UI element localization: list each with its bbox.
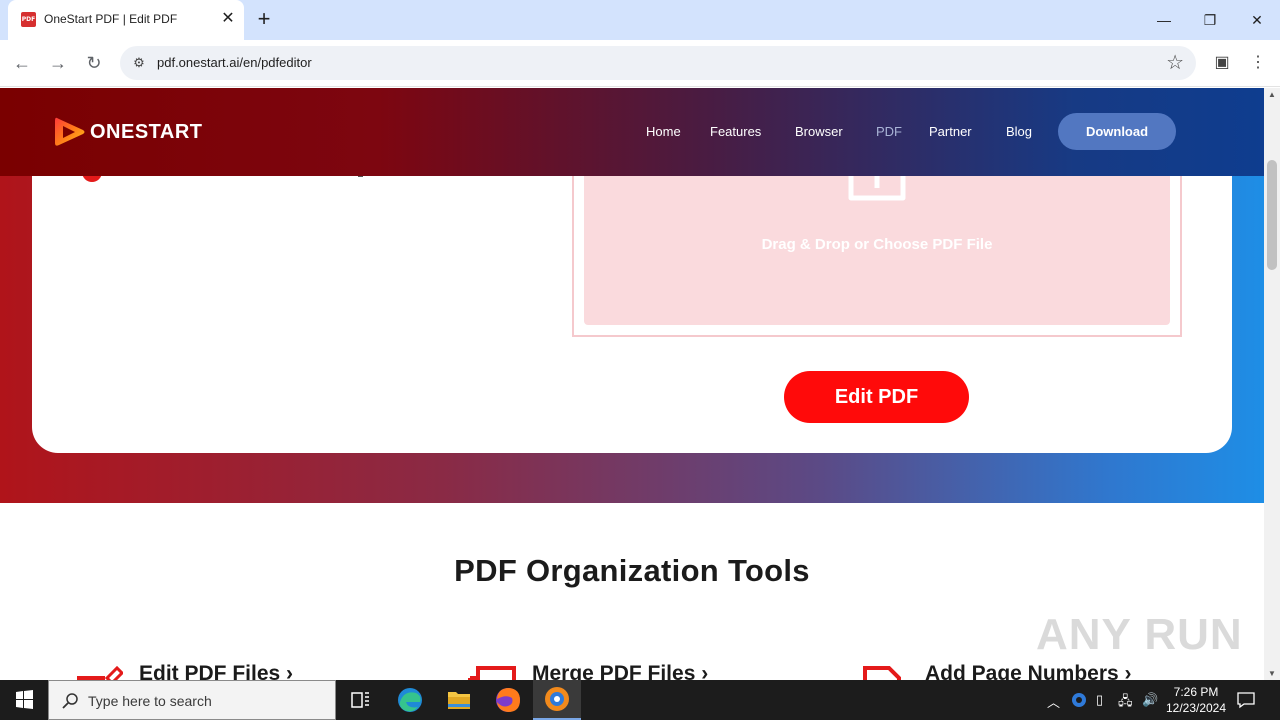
taskbar-search[interactable]: Type here to search [48,680,336,720]
site-header: ONESTART Home Features Browser PDF Partn… [0,88,1264,176]
onestart-taskbar-item[interactable] [533,680,581,720]
tray-overflow-icon[interactable]: ︿ [1047,692,1060,711]
task-view-icon[interactable] [336,680,384,720]
scroll-up-icon[interactable]: ▲ [1268,90,1276,99]
app-tray-icon[interactable] [1070,691,1088,709]
tab-onestart-pdf[interactable]: PDF OneStart PDF | Edit PDF ✕ [8,0,244,40]
restore-button[interactable]: ❐ [1187,0,1233,40]
download-button[interactable]: Download [1058,113,1176,150]
tool-label[interactable]: Edit PDF Files › [139,662,293,680]
search-icon [62,693,78,709]
logo-text[interactable]: ONESTART [90,121,203,144]
scroll-down-icon[interactable]: ▼ [1268,669,1276,678]
forward-button[interactable]: → [45,50,71,76]
bookmark-star-icon[interactable]: ☆ [1166,51,1184,75]
onestart-browser-icon [545,687,569,711]
address-bar[interactable]: ⚙ pdf.onestart.ai/en/pdfeditor ☆ [120,46,1196,80]
clock-date: 12/23/2024 [1165,701,1227,715]
new-tab-button[interactable]: + [252,8,276,32]
onestart-logo-icon[interactable] [53,115,87,149]
taskbar: Type here to search ︿ ▯ 🖧 🔊 7:26 PM 12/2… [0,680,1280,720]
edit-pdf-button[interactable]: Edit PDF [784,371,969,423]
pdf-favicon-icon: PDF [21,12,36,27]
battery-icon[interactable]: ▯ [1096,692,1103,708]
file-explorer-icon[interactable] [435,680,483,720]
volume-icon[interactable]: 🔊 [1142,692,1158,708]
drop-zone-text[interactable]: Drag & Drop or Choose PDF File [584,236,1170,253]
reload-button[interactable]: ↻ [81,50,107,76]
anyrun-watermark: ANY RUN [1036,610,1243,659]
clock-time: 7:26 PM [1173,685,1219,699]
close-tab-icon[interactable]: ✕ [218,9,238,29]
system-clock[interactable]: 7:26 PM 12/23/2024 [1160,684,1232,716]
windows-start-icon[interactable] [0,680,48,720]
nav-blog[interactable]: Blog [1006,124,1032,139]
close-window-button[interactable]: ✕ [1234,0,1280,40]
scroll-thumb[interactable] [1267,160,1277,270]
tab-strip: PDF OneStart PDF | Edit PDF ✕ + — ❐ ✕ [0,0,1280,40]
nav-pdf[interactable]: PDF [876,124,902,139]
firefox-icon[interactable] [484,680,532,720]
tool-label[interactable]: Merge PDF Files › [532,662,708,680]
search-placeholder[interactable]: Type here to search [88,693,212,709]
tool-label[interactable]: Add Page Numbers › [925,662,1132,680]
site-info-icon[interactable]: ⚙ [130,54,148,72]
minimize-button[interactable]: — [1141,0,1187,40]
edge-icon[interactable] [386,680,434,720]
browser-toolbar: ← → ↻ ⚙ pdf.onestart.ai/en/pdfeditor ☆ ▣… [0,40,1280,87]
notification-icon[interactable] [1236,690,1256,710]
nav-browser[interactable]: Browser [795,124,843,139]
nav-home[interactable]: Home [646,124,681,139]
side-panel-icon[interactable]: ▣ [1210,51,1234,75]
merge-pdf-icon [468,666,516,680]
nav-features[interactable]: Features [710,124,761,139]
network-icon[interactable]: 🖧 [1118,692,1133,714]
page-scrollbar[interactable]: ▲ ▼ [1264,88,1280,680]
tab-title: OneStart PDF | Edit PDF [44,12,178,26]
section-title: PDF Organization Tools [454,553,810,588]
url-text[interactable]: pdf.onestart.ai/en/pdfeditor [157,55,312,70]
menu-icon[interactable]: ⋮ [1246,51,1270,75]
edit-pdf-icon [77,665,123,680]
back-button[interactable]: ← [9,50,35,76]
page-viewport: Drag & Drop or Choose PDF File Edit PDF … [0,88,1264,680]
nav-partner[interactable]: Partner [929,124,972,139]
page-numbers-icon [863,666,901,680]
